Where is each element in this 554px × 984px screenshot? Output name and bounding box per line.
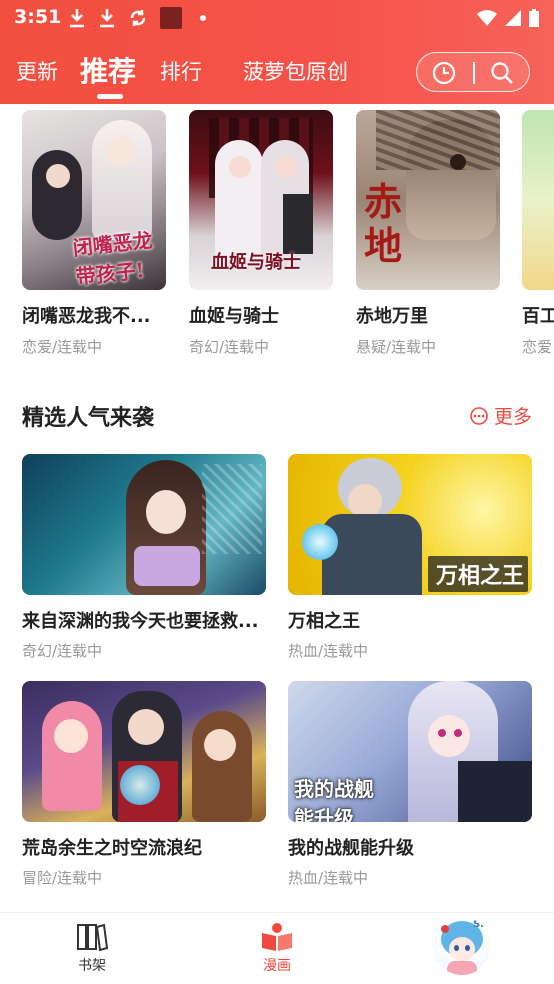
search-icon[interactable]: [490, 61, 514, 85]
comic-cover: [22, 454, 266, 595]
nav-label: 漫画: [263, 958, 291, 974]
comic-genre: 热血/连载中: [288, 869, 369, 887]
more-dots-icon: [470, 406, 488, 425]
comic-genre: 热血/连载中: [288, 642, 369, 660]
pill-divider: [473, 62, 475, 84]
clock-icon[interactable]: [432, 61, 456, 85]
cover-art-title: 万相之王: [436, 563, 525, 589]
app-header: 3:51 更新 推荐 排行 菠萝包原创: [0, 0, 554, 104]
bottom-navigation: 书架 漫画 SF: [0, 912, 554, 984]
comic-book-icon: [262, 923, 292, 951]
wifi-icon: [477, 10, 497, 26]
comic-cover: 我的战舰 能升级: [288, 681, 532, 822]
tab-updates[interactable]: 更新: [16, 56, 58, 86]
nav-profile[interactable]: SF: [422, 917, 502, 975]
battery-icon: [529, 9, 539, 27]
comic-title: 来自深渊的我今天也要拯救...: [22, 611, 259, 632]
dot-icon: [200, 15, 206, 21]
comic-cover: 血姬与骑士: [189, 110, 333, 290]
nav-label: 书架: [78, 958, 106, 974]
comic-card[interactable]: 赤地 赤地万里 悬疑/连载中: [356, 110, 500, 357]
download-icon: [100, 9, 114, 28]
comic-card[interactable]: 百工 恋爱: [522, 110, 554, 357]
more-button[interactable]: 更多: [470, 402, 532, 429]
comic-genre: 恋爱: [522, 338, 553, 356]
system-status-icons: [476, 8, 540, 28]
comic-genre: 恋爱/连载中: [22, 338, 103, 356]
comic-card[interactable]: 血姬与骑士 血姬与骑士 奇幻/连载中: [189, 110, 333, 357]
active-tab-indicator: [97, 94, 123, 99]
comic-cover: 赤地: [356, 110, 500, 290]
cover-art-title: 我的战舰 能升级: [294, 777, 374, 822]
comic-card[interactable]: 荒岛余生之时空流浪纪 冒险/连载中: [22, 681, 266, 888]
cover-art-title: 闭嘴恶龙 带孩子!: [71, 227, 154, 290]
nav-comics[interactable]: 漫画: [237, 921, 317, 975]
comic-title: 闭嘴恶龙我不...: [22, 306, 151, 327]
tab-ranking[interactable]: 排行: [160, 56, 202, 86]
status-bar: 3:51: [0, 0, 554, 38]
bookshelf-icon: [77, 923, 109, 952]
comic-genre: 悬疑/连载中: [356, 338, 437, 356]
cover-art-title: 赤地: [364, 179, 403, 268]
comic-cover: [522, 110, 554, 290]
download-icon: [70, 9, 84, 28]
comic-cover: 万相之王: [288, 454, 532, 595]
comic-card[interactable]: 来自深渊的我今天也要拯救... 奇幻/连载中: [22, 454, 266, 661]
comic-title: 荒岛余生之时空流浪纪: [22, 838, 202, 859]
section-title: 精选人气来袭: [22, 406, 155, 431]
sync-icon: [130, 10, 146, 26]
comic-title: 血姬与骑士: [189, 306, 279, 327]
comic-card[interactable]: 闭嘴恶龙 带孩子! 闭嘴恶龙我不... 恋爱/连载中: [22, 110, 166, 357]
tab-sfacg-original[interactable]: 菠萝包原创: [243, 56, 348, 86]
header-action-pill: [416, 52, 530, 92]
comic-genre: 冒险/连载中: [22, 869, 103, 887]
comic-title: 万相之王: [288, 611, 360, 632]
recommended-carousel: 闭嘴恶龙 带孩子! 闭嘴恶龙我不... 恋爱/连载中 血姬与骑士 血姬与骑士 奇幻…: [0, 110, 554, 360]
comic-genre: 奇幻/连载中: [22, 642, 103, 660]
profile-avatar: SF: [433, 917, 491, 975]
comic-cover: 闭嘴恶龙 带孩子!: [22, 110, 166, 290]
comic-card[interactable]: 我的战舰 能升级 我的战舰能升级 热血/连载中: [288, 681, 532, 888]
more-label: 更多: [493, 406, 532, 428]
signal-icon: [505, 10, 521, 26]
comic-title: 百工: [522, 306, 554, 327]
comic-title: 赤地万里: [356, 306, 428, 327]
comic-cover: [22, 681, 266, 822]
status-time: 3:51: [14, 6, 62, 28]
app-notification-icon: [160, 7, 182, 29]
comic-genre: 奇幻/连载中: [189, 338, 270, 356]
nav-bookshelf[interactable]: 书架: [52, 921, 132, 975]
cover-art-title: 血姬与骑士: [211, 252, 301, 273]
comic-title: 我的战舰能升级: [288, 838, 414, 859]
tab-recommended[interactable]: 推荐: [80, 50, 136, 90]
comic-card[interactable]: 万相之王 万相之王 热血/连载中: [288, 454, 532, 661]
notification-icons: [68, 7, 206, 29]
